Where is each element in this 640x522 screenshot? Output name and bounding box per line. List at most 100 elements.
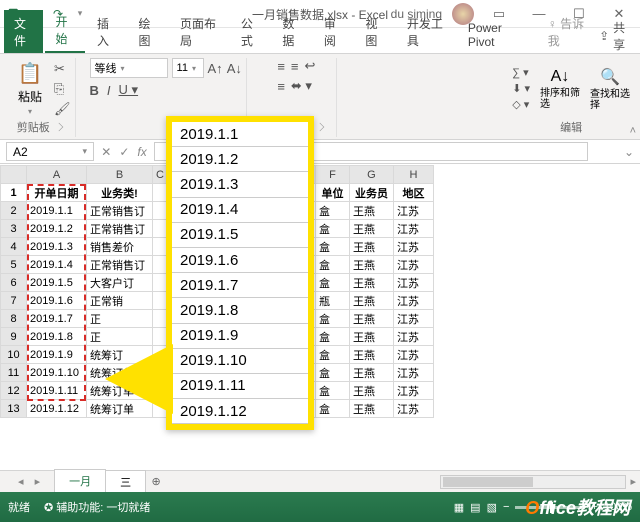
cell-2F[interactable]: 盒 [315, 202, 349, 220]
sheet-tab-2[interactable]: 三 [105, 470, 146, 493]
row-header-5[interactable]: 5 [1, 256, 27, 274]
select-all-corner[interactable] [1, 166, 27, 184]
view-layout-icon[interactable]: ▤ [470, 501, 480, 514]
align-top-icon[interactable]: ≡ [277, 59, 285, 74]
cell-6G[interactable]: 王燕 [349, 274, 393, 292]
cell-10F[interactable]: 盒 [315, 346, 349, 364]
cell-8B[interactable]: 正 [87, 310, 153, 328]
cell-4H[interactable]: 江苏 [393, 238, 433, 256]
cell-4A[interactable]: 2019.1.3 [27, 238, 87, 256]
cell-9H[interactable]: 江苏 [393, 328, 433, 346]
find-select-button[interactable]: 🔍 查找和选择 [590, 67, 630, 111]
cell-6A[interactable]: 2019.1.5 [27, 274, 87, 292]
italic-button[interactable]: I [107, 83, 111, 98]
row-header-9[interactable]: 9 [1, 328, 27, 346]
autosum-button[interactable]: ∑ ▾ [512, 66, 530, 79]
share-button[interactable]: ⇪共享 [599, 19, 630, 53]
view-normal-icon[interactable]: ▦ [454, 501, 464, 514]
cell-10G[interactable]: 王燕 [349, 346, 393, 364]
row-header-13[interactable]: 13 [1, 400, 27, 418]
tab-home[interactable]: 开始 [45, 8, 84, 53]
cell-13B[interactable]: 统筹订单 [87, 400, 153, 418]
cell-1A[interactable]: 开单日期 [27, 184, 87, 202]
collapse-ribbon-icon[interactable]: ˄ [630, 125, 636, 137]
paste-button[interactable]: 📋 粘贴 ▾ [10, 61, 50, 116]
cell-13G[interactable]: 王燕 [349, 400, 393, 418]
cell-7F[interactable]: 瓶 [315, 292, 349, 310]
cell-1H[interactable]: 地区 [393, 184, 433, 202]
font-name-select[interactable]: 等线▾ [90, 58, 168, 78]
name-box[interactable]: A2 [6, 142, 94, 161]
merge-center-icon[interactable]: ⬌ ▾ [291, 78, 312, 94]
col-header-G[interactable]: G [349, 166, 393, 184]
underline-button[interactable]: U ▾ [119, 82, 139, 98]
new-sheet-button[interactable]: ⊕ [145, 475, 167, 488]
row-header-2[interactable]: 2 [1, 202, 27, 220]
align-middle-icon[interactable]: ≡ [291, 59, 299, 74]
cut-icon[interactable]: ✂ [54, 61, 71, 77]
cell-12F[interactable]: 盒 [315, 382, 349, 400]
cell-1B[interactable]: 业务类! [87, 184, 153, 202]
col-header-B[interactable]: B [87, 166, 153, 184]
cell-3G[interactable]: 王燕 [349, 220, 393, 238]
cell-11A[interactable]: 2019.1.10 [27, 364, 87, 382]
cell-5B[interactable]: 正常销售订 [87, 256, 153, 274]
cell-4B[interactable]: 销售差价 [87, 238, 153, 256]
font-size-select[interactable]: 11▾ [172, 58, 204, 78]
cell-7A[interactable]: 2019.1.6 [27, 292, 87, 310]
cell-1G[interactable]: 业务员 [349, 184, 393, 202]
cell-10H[interactable]: 江苏 [393, 346, 433, 364]
cell-3F[interactable]: 盒 [315, 220, 349, 238]
tab-layout[interactable]: 页面布局 [170, 10, 229, 53]
cell-7G[interactable]: 王燕 [349, 292, 393, 310]
cell-2A[interactable]: 2019.1.1 [27, 202, 87, 220]
format-painter-icon[interactable]: 🖌 [54, 101, 71, 117]
cell-9F[interactable]: 盒 [315, 328, 349, 346]
row-header-8[interactable]: 8 [1, 310, 27, 328]
bold-button[interactable]: B [90, 83, 99, 98]
cell-5A[interactable]: 2019.1.4 [27, 256, 87, 274]
cell-3H[interactable]: 江苏 [393, 220, 433, 238]
cell-11G[interactable]: 王燕 [349, 364, 393, 382]
cell-5G[interactable]: 王燕 [349, 256, 393, 274]
tab-powerpivot[interactable]: Power Pivot [458, 16, 530, 53]
copy-icon[interactable]: ⎘ [54, 81, 71, 97]
fill-button[interactable]: ⬇ ▾ [512, 82, 530, 95]
cell-1F[interactable]: 单位 [315, 184, 349, 202]
row-header-7[interactable]: 7 [1, 292, 27, 310]
clear-button[interactable]: ◇ ▾ [512, 98, 530, 111]
tab-insert[interactable]: 插入 [87, 10, 126, 53]
tab-draw[interactable]: 绘图 [128, 10, 167, 53]
row-header-6[interactable]: 6 [1, 274, 27, 292]
tab-file[interactable]: 文件 [4, 10, 43, 53]
row-header-3[interactable]: 3 [1, 220, 27, 238]
tab-formulas[interactable]: 公式 [231, 10, 270, 53]
cell-3A[interactable]: 2019.1.2 [27, 220, 87, 238]
cell-12G[interactable]: 王燕 [349, 382, 393, 400]
cell-9A[interactable]: 2019.1.8 [27, 328, 87, 346]
expand-formula-icon[interactable]: ⌄ [618, 140, 640, 163]
row-header-10[interactable]: 10 [1, 346, 27, 364]
cell-8G[interactable]: 王燕 [349, 310, 393, 328]
sort-filter-button[interactable]: A↓ 排序和筛选 [540, 68, 580, 110]
tell-me[interactable]: ♀ 告诉我 [538, 10, 597, 53]
row-header-1[interactable]: 1 [1, 184, 27, 202]
cell-9B[interactable]: 正 [87, 328, 153, 346]
cell-6F[interactable]: 盒 [315, 274, 349, 292]
horizontal-scrollbar[interactable]: ▸ [440, 475, 640, 489]
cell-7H[interactable]: 江苏 [393, 292, 433, 310]
cell-6H[interactable]: 江苏 [393, 274, 433, 292]
cell-8F[interactable]: 盒 [315, 310, 349, 328]
row-header-12[interactable]: 12 [1, 382, 27, 400]
decrease-font-icon[interactable]: A↓ [227, 61, 242, 76]
cell-10A[interactable]: 2019.1.9 [27, 346, 87, 364]
accessibility-status[interactable]: ✪ 辅助功能: 一切就绪 [44, 499, 150, 515]
cell-8H[interactable]: 江苏 [393, 310, 433, 328]
align-left-icon[interactable]: ≡ [277, 79, 285, 94]
cell-3B[interactable]: 正常销售订 [87, 220, 153, 238]
fx-buttons[interactable]: ✕✓fx [94, 140, 154, 163]
cell-2G[interactable]: 王燕 [349, 202, 393, 220]
view-pagebreak-icon[interactable]: ▧ [487, 501, 497, 514]
tab-review[interactable]: 审阅 [314, 10, 353, 53]
row-header-11[interactable]: 11 [1, 364, 27, 382]
